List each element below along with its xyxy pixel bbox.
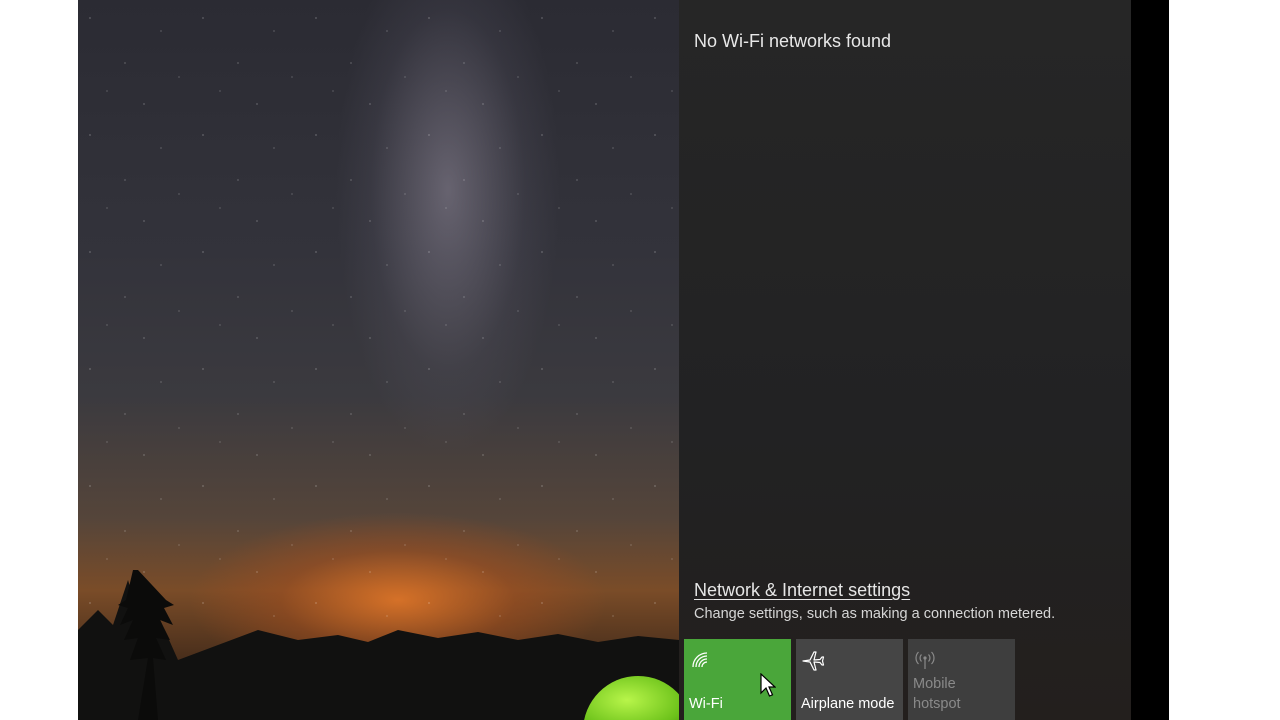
- wifi-toggle-button[interactable]: Wi-Fi: [684, 639, 791, 720]
- mouse-pointer-icon: [760, 673, 776, 697]
- airplane-icon: [802, 651, 825, 671]
- wifi-icon: [692, 652, 708, 668]
- airplane-mode-toggle-button[interactable]: Airplane mode: [796, 639, 903, 720]
- network-settings-description: Change settings, such as making a connec…: [694, 606, 1056, 622]
- desktop-wallpaper: [78, 0, 679, 720]
- network-flyout: No Wi-Fi networks found Network & Intern…: [679, 0, 1131, 720]
- wallpaper-mountains: [78, 570, 679, 720]
- screen-frame: No Wi-Fi networks found Network & Intern…: [0, 0, 1280, 720]
- no-networks-message: No Wi-Fi networks found: [694, 31, 892, 51]
- airplane-mode-label: Airplane mode: [801, 696, 895, 712]
- mobile-hotspot-label: Mobile hotspot: [913, 676, 961, 712]
- screen-edge-bar: [1131, 0, 1169, 720]
- mobile-hotspot-toggle-button[interactable]: Mobile hotspot: [908, 639, 1015, 720]
- wifi-label: Wi-Fi: [689, 696, 723, 712]
- hotspot-icon: [915, 651, 935, 669]
- network-settings-link[interactable]: Network & Internet settings: [694, 580, 910, 601]
